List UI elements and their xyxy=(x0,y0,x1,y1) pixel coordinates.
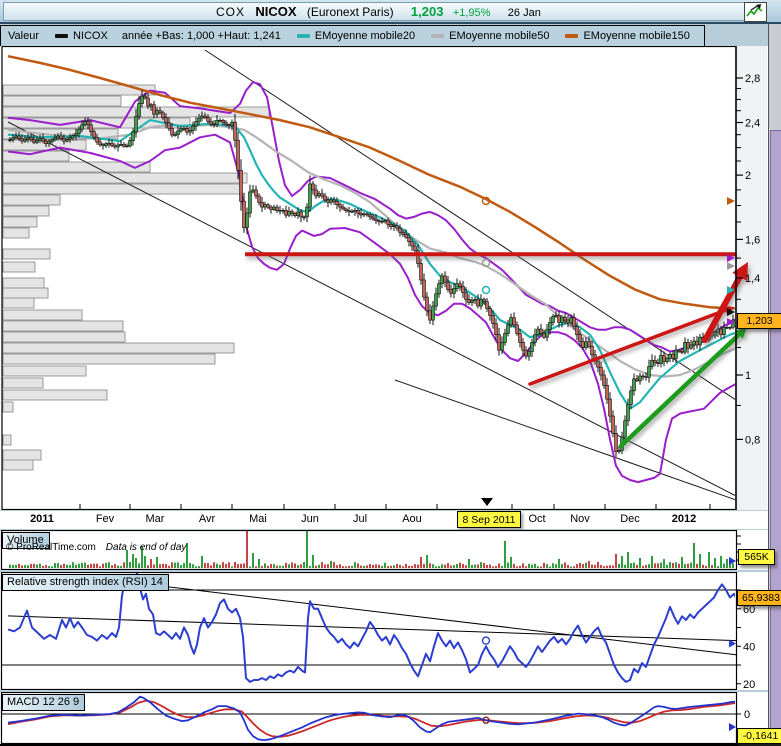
instrument-code: COX xyxy=(216,5,245,19)
rsi-trendline xyxy=(8,616,736,641)
legend-ema20-label[interactable]: EMoyenne mobile20 xyxy=(315,30,415,42)
date-label-Jul: Jul xyxy=(353,513,367,525)
rsi-tag: 65,9383 xyxy=(737,590,781,606)
rsi-trendline xyxy=(112,580,736,655)
date-axis[interactable]: 8 Sep 2011 2011 Fev Mar Avr Mai Jun Jul Aou Oct N… xyxy=(0,511,781,529)
rsi-panel[interactable]: 604020 Relative strength index (RSI) 14 xyxy=(0,572,781,690)
legend-bar: Valeur NICOX année +Bas: 1,000 +Haut: 1,… xyxy=(0,25,705,47)
title-text: COX NICOX (Euronext Paris) 1,203 +1,95% … xyxy=(216,4,541,19)
macd-selected-marker xyxy=(729,723,736,731)
date-label-Avr: Avr xyxy=(199,513,215,525)
legend-range-label: année +Bas: 1,000 +Haut: 1,241 xyxy=(122,30,281,42)
scrollbar-thumb[interactable] xyxy=(770,130,781,742)
title-bar: COX NICOX (Euronext Paris) 1,203 +1,95% … xyxy=(0,0,781,24)
rsi-label-box[interactable]: Relative strength index (RSI) 14 xyxy=(2,574,169,591)
main-price-chart[interactable]: 2,82,421,61,410,8 © ProRealTime.comData … xyxy=(0,46,781,510)
macd-panel[interactable]: 0 MACD 12 26 9 xyxy=(0,692,781,744)
price-chart-canvas: 2,8 2,4 2 1,6 1,4 1 0,8 xyxy=(0,46,781,510)
date-label-Mai: Mai xyxy=(249,513,267,525)
legend-ema50-label[interactable]: EMoyenne mobile50 xyxy=(449,30,549,42)
svg-text:2,4: 2,4 xyxy=(745,118,760,130)
instrument-name: NICOX xyxy=(255,4,296,19)
svg-text:2,8: 2,8 xyxy=(745,73,760,85)
date-label-Nov: Nov xyxy=(570,513,590,525)
date-label-Aou: Aou xyxy=(402,513,422,525)
vertical-scrollbar[interactable] xyxy=(768,24,781,746)
macd-signal-line xyxy=(8,701,745,737)
svg-text:1: 1 xyxy=(745,370,751,382)
selected-date-pointer xyxy=(481,498,493,506)
popout-chart-icon[interactable] xyxy=(744,2,767,22)
legend-value-label: Valeur xyxy=(8,30,39,42)
svg-text:2: 2 xyxy=(745,170,751,182)
ema50-swatch xyxy=(431,34,444,38)
legend-ema150-label[interactable]: EMoyenne mobile150 xyxy=(583,30,689,42)
date-label-Dec: Dec xyxy=(620,513,640,525)
macd-canvas: 0 xyxy=(0,692,781,744)
date-label-Oct: Oct xyxy=(528,513,545,525)
svg-text:40: 40 xyxy=(743,641,755,653)
selected-date-markers xyxy=(481,198,493,507)
volume-tag: 565K xyxy=(738,549,775,565)
macd-line xyxy=(8,697,745,741)
legend-series-name[interactable]: NICOX xyxy=(73,30,108,42)
date-label-Jun: Jun xyxy=(301,513,319,525)
date-label-2011: 2011 xyxy=(30,513,54,525)
ema20-swatch xyxy=(297,34,310,38)
svg-text:0: 0 xyxy=(744,709,750,721)
mini-chart-line xyxy=(747,8,762,16)
last-price: 1,203 xyxy=(411,4,444,19)
svg-text:1,6: 1,6 xyxy=(745,234,760,246)
chart-footer-note: © ProRealTime.com Data is end of day xyxy=(6,542,186,553)
selected-date-tag: 8 Sep 2011 xyxy=(457,511,521,528)
quote-date: 26 Jan xyxy=(508,7,541,19)
date-label-2012: 2012 xyxy=(672,513,696,525)
prorealtime-window: COX NICOX (Euronext Paris) 1,203 +1,95% … xyxy=(0,0,781,746)
date-label-Fev: Fev xyxy=(96,513,114,525)
copyright-note: © ProRealTime.com xyxy=(6,542,96,553)
macd-border xyxy=(2,693,737,744)
ema150-swatch xyxy=(565,34,578,38)
svg-text:0,8: 0,8 xyxy=(745,434,760,446)
nicox-swatch xyxy=(55,34,68,38)
svg-text:1,4: 1,4 xyxy=(745,273,760,285)
change-percent: +1,95% xyxy=(453,7,491,19)
last-price-tag: 1,203 xyxy=(737,313,781,329)
macd-label-box[interactable]: MACD 12 26 9 xyxy=(2,694,85,711)
svg-text:20: 20 xyxy=(743,679,755,690)
rsi-selected-circle xyxy=(483,637,490,644)
title-inner: COX NICOX (Euronext Paris) 1,203 +1,95% … xyxy=(3,2,765,21)
exchange-label: (Euronext Paris) xyxy=(307,5,394,19)
macd-tag: -0,1641 xyxy=(737,728,781,744)
date-label-Mar: Mar xyxy=(146,513,165,525)
eod-note: Data is end of day xyxy=(106,542,187,553)
